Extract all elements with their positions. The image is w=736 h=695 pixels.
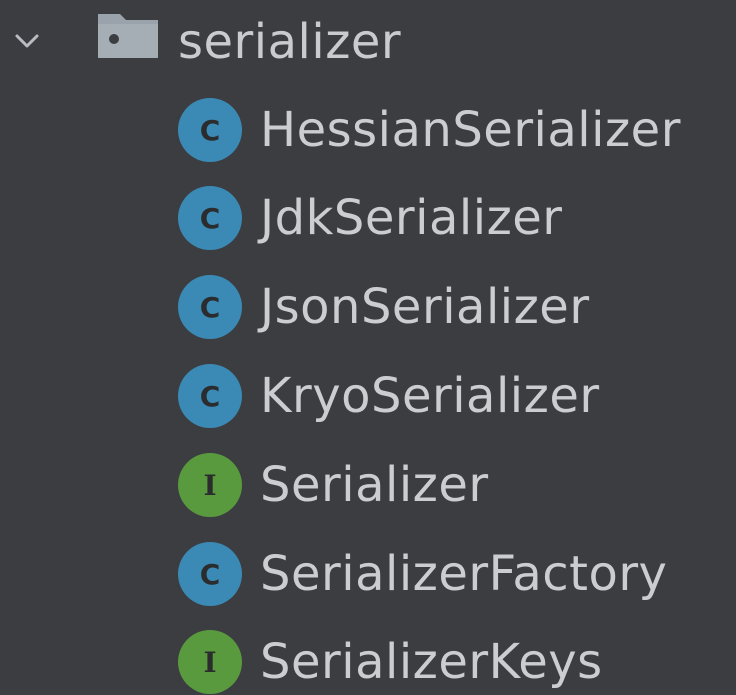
class-icon: C bbox=[178, 186, 242, 250]
project-tree: serializer C HessianSerializer C JdkSeri… bbox=[0, 0, 736, 695]
interface-icon: I bbox=[178, 630, 242, 694]
chevron-down-icon[interactable] bbox=[14, 28, 40, 54]
class-icon: C bbox=[178, 275, 242, 339]
folder-label: serializer bbox=[178, 14, 402, 70]
tree-item-label: HessianSerializer bbox=[260, 102, 681, 158]
tree-item-serializer-factory[interactable]: C SerializerFactory bbox=[178, 532, 736, 620]
class-icon: C bbox=[178, 364, 242, 428]
tree-item-label: SerializerFactory bbox=[260, 546, 668, 602]
tree-item-hessian-serializer[interactable]: C HessianSerializer bbox=[178, 88, 736, 176]
tree-item-label: SerializerKeys bbox=[260, 634, 603, 690]
interface-icon: I bbox=[178, 453, 242, 517]
folder-row-serializer[interactable]: serializer bbox=[0, 0, 736, 84]
tree-item-serializer[interactable]: I Serializer bbox=[178, 443, 736, 531]
class-icon: C bbox=[178, 98, 242, 162]
tree-item-json-serializer[interactable]: C JsonSerializer bbox=[178, 265, 736, 353]
tree-item-label: JsonSerializer bbox=[260, 279, 590, 335]
tree-item-jdk-serializer[interactable]: C JdkSerializer bbox=[178, 176, 736, 264]
tree-item-label: JdkSerializer bbox=[260, 190, 563, 246]
folder-icon bbox=[98, 14, 158, 58]
class-icon: C bbox=[178, 542, 242, 606]
tree-item-label: Serializer bbox=[260, 457, 489, 513]
tree-item-label: KryoSerializer bbox=[260, 368, 600, 424]
tree-item-serializer-keys[interactable]: I SerializerKeys bbox=[178, 620, 736, 695]
tree-item-kryo-serializer[interactable]: C KryoSerializer bbox=[178, 354, 736, 442]
